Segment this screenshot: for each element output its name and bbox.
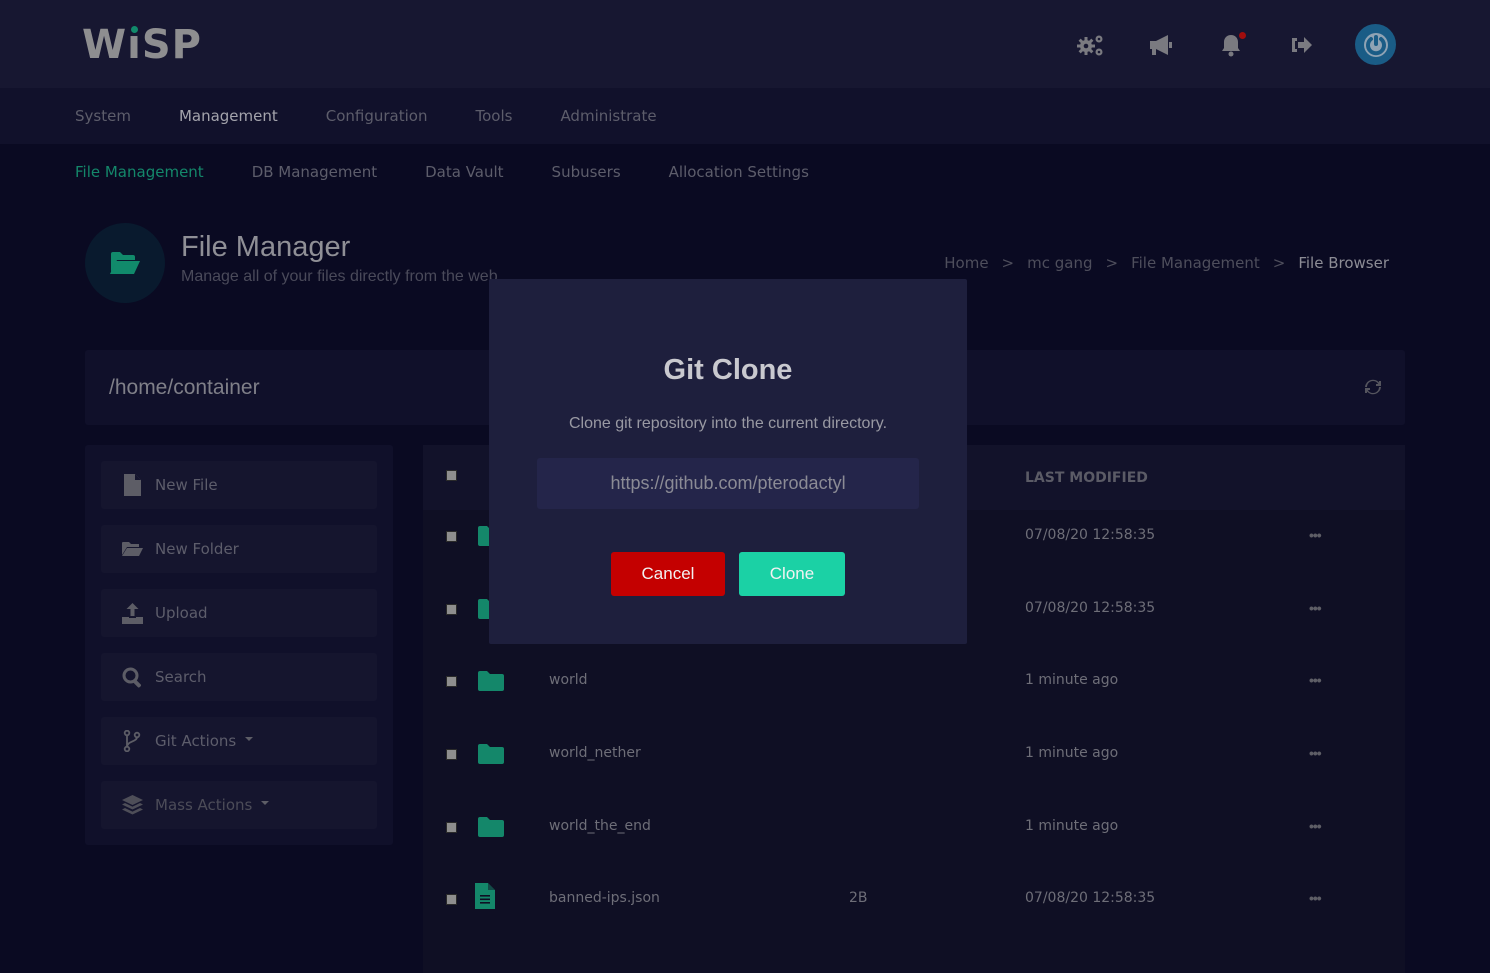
page-subtitle: Manage all of your files directly from t…: [181, 268, 498, 285]
search-icon: [122, 667, 141, 687]
select-all-checkbox[interactable]: [446, 470, 457, 481]
row-menu-icon[interactable]: •••: [1309, 890, 1322, 906]
folder-open-icon: [110, 252, 140, 274]
chevron-down-icon: [245, 737, 254, 741]
page-icon-circle: [85, 223, 165, 303]
git-clone-modal: Git Clone Clone git repository into the …: [489, 279, 967, 644]
file-text-icon: [475, 883, 495, 914]
cancel-button[interactable]: Cancel: [611, 552, 725, 596]
subnav-file-management[interactable]: File Management: [75, 163, 204, 181]
folder-open-icon: [121, 542, 143, 556]
row-menu-icon[interactable]: •••: [1309, 672, 1322, 688]
current-path: /home/container: [109, 376, 260, 399]
top-bar: Wı SP: [0, 0, 1490, 88]
breadcrumb-separator: >: [1272, 254, 1286, 272]
upload-icon: [121, 602, 143, 624]
layers-icon: [121, 795, 143, 815]
file-icon: [123, 474, 141, 496]
row-checkbox[interactable]: [446, 749, 457, 760]
breadcrumb-home[interactable]: Home: [944, 254, 988, 272]
git-actions-dropdown[interactable]: Git Actions: [101, 717, 377, 765]
nav-administrate[interactable]: Administrate: [560, 107, 656, 125]
nav-system[interactable]: System: [75, 107, 131, 125]
row-checkbox[interactable]: [446, 604, 457, 615]
power-button[interactable]: [1355, 24, 1396, 65]
action-sidebar: New File New Folder Upload Search Git Ac…: [85, 445, 393, 845]
file-modified: 07/08/20 12:58:35: [1025, 527, 1156, 543]
git-actions-label: Git Actions: [155, 732, 237, 750]
subnav-subusers[interactable]: Subusers: [552, 163, 621, 181]
git-branch-icon: [123, 730, 141, 752]
repository-url-input[interactable]: [537, 458, 919, 509]
nav-management[interactable]: Management: [179, 107, 278, 125]
breadcrumb-separator: >: [1001, 254, 1015, 272]
folder-icon: [478, 744, 504, 769]
table-row[interactable]: world 1 minute ago •••: [423, 655, 1405, 728]
file-name[interactable]: world_the_end: [549, 818, 651, 834]
file-modified: 1 minute ago: [1025, 672, 1119, 688]
row-checkbox[interactable]: [446, 531, 457, 542]
nav-tools[interactable]: Tools: [475, 107, 512, 125]
breadcrumb: Home > mc gang > File Management > File …: [944, 254, 1389, 272]
table-row[interactable]: banned-ips.json 2B 07/08/20 12:58:35 •••: [423, 873, 1405, 946]
table-row[interactable]: world_the_end 1 minute ago •••: [423, 801, 1405, 874]
subnav-db-management[interactable]: DB Management: [252, 163, 377, 181]
upload-label: Upload: [155, 604, 208, 622]
megaphone-icon[interactable]: [1144, 30, 1178, 60]
row-menu-icon[interactable]: •••: [1309, 745, 1322, 761]
new-file-label: New File: [155, 476, 218, 494]
upload-button[interactable]: Upload: [101, 589, 377, 637]
power-icon: [1363, 32, 1388, 57]
secondary-nav: File Management DB Management Data Vault…: [0, 144, 1490, 200]
new-folder-button[interactable]: New Folder: [101, 525, 377, 573]
row-menu-icon[interactable]: •••: [1309, 600, 1322, 616]
refresh-icon[interactable]: [1365, 379, 1381, 400]
primary-nav: System Management Configuration Tools Ad…: [0, 88, 1490, 144]
file-modified: 07/08/20 12:58:35: [1025, 890, 1156, 906]
search-button[interactable]: Search: [101, 653, 377, 701]
new-file-button[interactable]: New File: [101, 461, 377, 509]
nav-configuration[interactable]: Configuration: [326, 107, 428, 125]
page-title: File Manager: [181, 231, 351, 263]
folder-icon: [478, 671, 504, 696]
new-folder-label: New Folder: [155, 540, 239, 558]
row-checkbox[interactable]: [446, 676, 457, 687]
file-name[interactable]: world: [549, 672, 588, 688]
bell-icon[interactable]: [1214, 30, 1248, 60]
file-modified: 1 minute ago: [1025, 745, 1119, 761]
clone-button[interactable]: Clone: [739, 552, 845, 596]
file-modified: 1 minute ago: [1025, 818, 1119, 834]
row-checkbox[interactable]: [446, 822, 457, 833]
search-label: Search: [155, 668, 207, 686]
row-checkbox[interactable]: [446, 894, 457, 905]
row-menu-icon[interactable]: •••: [1309, 527, 1322, 543]
file-name[interactable]: banned-ips.json: [549, 890, 660, 906]
breadcrumb-server[interactable]: mc gang: [1027, 254, 1092, 272]
subnav-allocation-settings[interactable]: Allocation Settings: [669, 163, 809, 181]
breadcrumb-current: File Browser: [1298, 254, 1389, 272]
wisp-logo[interactable]: Wı SP: [82, 22, 202, 68]
settings-gears-icon[interactable]: [1074, 30, 1108, 60]
modal-description: Clone git repository into the current di…: [568, 415, 888, 432]
mass-actions-label: Mass Actions: [155, 796, 253, 814]
notification-badge: [1239, 32, 1246, 39]
folder-icon: [478, 817, 504, 842]
subnav-data-vault[interactable]: Data Vault: [425, 163, 503, 181]
mass-actions-dropdown[interactable]: Mass Actions: [101, 781, 377, 829]
modal-title: Git Clone: [663, 354, 793, 386]
file-name[interactable]: world_nether: [549, 745, 641, 761]
file-modified: 07/08/20 12:58:35: [1025, 600, 1156, 616]
file-size: 2B: [849, 890, 868, 906]
column-last-modified[interactable]: LAST MODIFIED: [1025, 470, 1148, 486]
breadcrumb-file-management[interactable]: File Management: [1131, 254, 1260, 272]
row-menu-icon[interactable]: •••: [1309, 818, 1322, 834]
breadcrumb-separator: >: [1105, 254, 1119, 272]
table-row[interactable]: world_nether 1 minute ago •••: [423, 728, 1405, 801]
logout-icon[interactable]: [1284, 30, 1318, 60]
chevron-down-icon: [261, 801, 270, 805]
